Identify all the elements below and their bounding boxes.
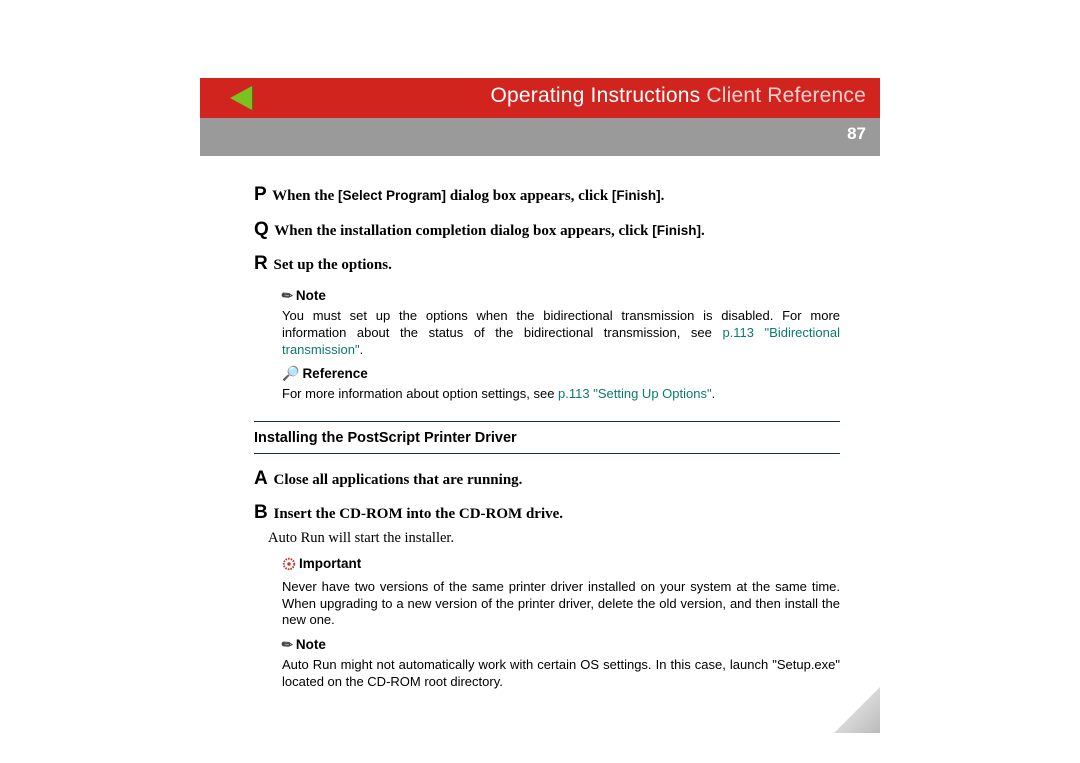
section-title: Installing the PostScript Printer Driver: [254, 428, 840, 454]
header-title: Operating Instructions Client Reference: [490, 84, 866, 108]
reference-link[interactable]: p.113 "Setting Up Options": [558, 386, 712, 401]
note-text: You must set up the options when the bid…: [282, 308, 840, 359]
reference-label: 🔎 Reference: [282, 364, 368, 383]
page-content: P When the [Select Program] dialog box a…: [200, 156, 880, 704]
step-letter: P: [254, 184, 267, 205]
important-text: Never have two versions of the same prin…: [282, 579, 840, 630]
back-arrow-icon[interactable]: [230, 86, 252, 110]
note-callout-2: ✎ Note Auto Run might not automatically …: [282, 635, 840, 691]
note-label: ✎ Note: [282, 287, 326, 305]
note-label: ✎ Note: [282, 636, 326, 654]
step-b: B Insert the CD-ROM into the CD-ROM driv…: [254, 500, 840, 526]
page-number: 87: [847, 124, 866, 144]
note-text: Auto Run might not automatically work wi…: [282, 657, 840, 691]
step-letter: A: [254, 468, 268, 489]
document-page: Operating Instructions Client Reference …: [200, 78, 880, 704]
step-q: Q When the installation completion dialo…: [254, 217, 840, 243]
step-letter: Q: [254, 219, 269, 240]
reference-callout: 🔎 Reference For more information about o…: [282, 364, 840, 403]
divider-line: [254, 421, 840, 422]
page-header: Operating Instructions Client Reference …: [200, 78, 880, 156]
section-heading: Installing the PostScript Printer Driver: [254, 421, 840, 454]
title-sub: Client Reference: [706, 84, 866, 107]
pencil-icon: ✎: [278, 635, 298, 655]
magnifier-icon: 🔎: [282, 364, 299, 383]
gear-icon: [282, 557, 296, 571]
step-a: A Close all applications that are runnin…: [254, 466, 840, 492]
step-b-body: Auto Run will start the installer.: [268, 529, 840, 549]
pencil-icon: ✎: [278, 285, 298, 305]
header-red-bar: Operating Instructions Client Reference: [200, 78, 880, 118]
step-letter: R: [254, 253, 268, 274]
reference-text: For more information about option settin…: [282, 386, 840, 403]
step-r: R Set up the options.: [254, 251, 840, 277]
important-label: Important: [282, 555, 361, 573]
important-callout: Important Never have two versions of the…: [282, 555, 840, 630]
step-letter: B: [254, 502, 268, 523]
title-main: Operating Instructions: [490, 84, 700, 107]
header-gray-bar: 87: [200, 118, 880, 156]
note-callout: ✎ Note You must set up the options when …: [282, 286, 840, 359]
step-p: P When the [Select Program] dialog box a…: [254, 182, 840, 208]
